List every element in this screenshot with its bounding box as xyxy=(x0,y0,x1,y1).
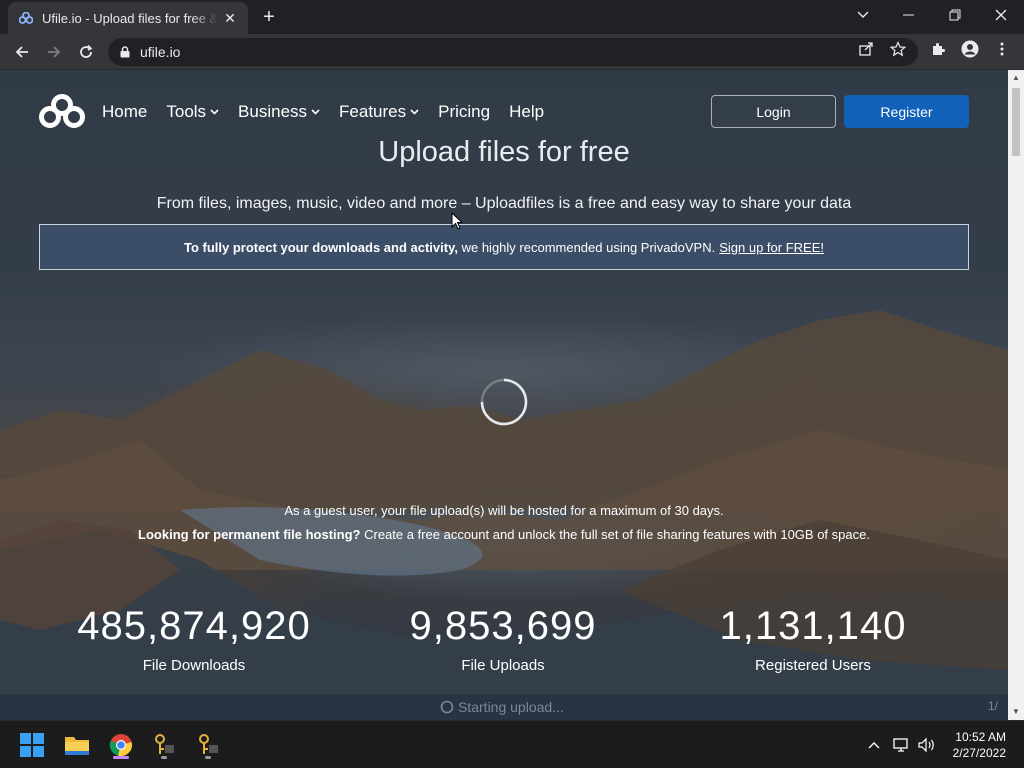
tab-close-icon[interactable]: ✕ xyxy=(222,10,238,26)
permanent-hosting-note: Looking for permanent file hosting? Crea… xyxy=(0,527,1008,542)
browser-tab[interactable]: Ufile.io - Upload files for free & share… xyxy=(8,2,248,34)
network-icon[interactable] xyxy=(892,735,912,755)
page-viewport: Home Tools Business Features Pricing Hel… xyxy=(0,70,1008,720)
scroll-up-icon[interactable]: ▲ xyxy=(1011,73,1021,83)
chevron-down-icon xyxy=(311,109,320,115)
upload-status-text: Starting upload... xyxy=(458,699,564,715)
nav-features[interactable]: Features xyxy=(339,102,419,122)
vpn-banner-rest: we highly recommended using PrivadoVPN. xyxy=(461,239,716,255)
nav-home-label: Home xyxy=(102,102,148,121)
tab-search-icon[interactable] xyxy=(840,0,886,30)
nav-tools-label: Tools xyxy=(166,102,207,121)
register-button[interactable]: Register xyxy=(844,95,969,128)
scroll-down-icon[interactable]: ▼ xyxy=(1011,707,1021,717)
mouse-cursor-icon xyxy=(451,212,463,230)
close-window-icon[interactable] xyxy=(978,0,1024,30)
permanent-hosting-text: Create a free account and unlock the ful… xyxy=(364,527,870,542)
bookmark-star-icon[interactable] xyxy=(889,40,907,58)
nav-business-label: Business xyxy=(238,102,308,121)
upload-progress-bar: Starting upload... 1/ xyxy=(0,694,1008,720)
stat-value: 1,131,140 xyxy=(719,604,907,648)
tray-chevron-up-icon[interactable] xyxy=(864,735,884,755)
chrome-taskbar-icon[interactable] xyxy=(105,729,137,761)
lock-icon[interactable] xyxy=(120,46,130,58)
upload-count: 1/ xyxy=(987,699,998,713)
running-app-indicator xyxy=(205,756,211,759)
ufile-favicon-icon xyxy=(18,10,34,26)
nav-home[interactable]: Home xyxy=(102,102,147,122)
file-explorer-icon[interactable] xyxy=(61,729,93,761)
back-icon[interactable] xyxy=(8,38,36,66)
forward-icon[interactable] xyxy=(40,38,68,66)
vpn-promo-banner: To fully protect your downloads and acti… xyxy=(39,224,969,270)
windows-taskbar: 10:52 AM 2/27/2022 xyxy=(0,720,1024,768)
stat-users: 1,131,140 Registered Users xyxy=(663,604,963,674)
active-app-indicator xyxy=(113,756,129,759)
page-subtitle: From files, images, music, video and mor… xyxy=(156,195,852,212)
new-tab-icon[interactable]: + xyxy=(258,6,280,28)
restore-icon[interactable] xyxy=(932,0,978,30)
nav-help[interactable]: Help xyxy=(509,102,544,122)
chevron-down-icon xyxy=(210,109,219,115)
stat-value: 485,874,920 xyxy=(77,604,311,648)
url-text: ufile.io xyxy=(140,44,181,60)
stat-downloads: 485,874,920 File Downloads xyxy=(44,604,344,674)
minimize-icon[interactable] xyxy=(886,0,932,30)
profile-icon[interactable] xyxy=(961,40,979,58)
running-app-indicator xyxy=(161,756,167,759)
upload-spinner-icon xyxy=(440,700,454,714)
address-bar[interactable]: ufile.io xyxy=(108,38,918,66)
upload-status: Starting upload... xyxy=(440,699,564,715)
nav-help-label: Help xyxy=(509,102,545,121)
nav-features-label: Features xyxy=(339,102,407,121)
keys-app-icon-2[interactable] xyxy=(192,729,224,761)
browser-toolbar: ufile.io xyxy=(0,34,1024,70)
tab-title: Ufile.io - Upload files for free & share xyxy=(42,10,218,26)
reload-icon[interactable] xyxy=(72,38,100,66)
clock-time: 10:52 AM xyxy=(955,730,1006,744)
volume-icon[interactable] xyxy=(917,735,937,755)
nav-pricing-label: Pricing xyxy=(438,102,491,121)
extensions-icon[interactable] xyxy=(929,40,947,58)
guest-upload-note: As a guest user, your file upload(s) wil… xyxy=(284,503,724,518)
stat-label: File Uploads xyxy=(461,657,545,674)
stat-uploads: 9,853,699 File Uploads xyxy=(353,604,653,674)
vpn-banner-text: To fully protect your downloads and acti… xyxy=(184,240,715,255)
scroll-thumb[interactable] xyxy=(1012,88,1020,156)
browser-titlebar: Ufile.io - Upload files for free & share… xyxy=(0,0,1024,34)
nav-business[interactable]: Business xyxy=(238,102,320,122)
vpn-signup-link[interactable]: Sign up for FREE! xyxy=(719,240,824,255)
loading-spinner-icon xyxy=(480,378,528,426)
chevron-down-icon xyxy=(410,109,419,115)
login-button[interactable]: Login xyxy=(711,95,836,128)
clock-date: 2/27/2022 xyxy=(952,746,1006,760)
stat-label: File Downloads xyxy=(142,657,246,674)
ufile-logo-icon[interactable] xyxy=(38,94,86,130)
stat-label: Registered Users xyxy=(755,657,871,674)
stat-value: 9,853,699 xyxy=(409,604,597,648)
page-title: Upload files for free xyxy=(378,136,630,168)
permanent-hosting-question: Looking for permanent file hosting? xyxy=(138,527,361,542)
nav-pricing[interactable]: Pricing xyxy=(438,102,490,122)
nav-tools[interactable]: Tools xyxy=(166,102,219,122)
windows-start-icon[interactable] xyxy=(16,729,48,761)
share-icon[interactable] xyxy=(857,40,875,58)
site-navbar: Home Tools Business Features Pricing Hel… xyxy=(38,94,563,130)
vpn-banner-bold: To fully protect your downloads and acti… xyxy=(183,239,458,255)
keys-app-icon[interactable] xyxy=(148,729,180,761)
system-clock[interactable]: 10:52 AM 2/27/2022 xyxy=(953,729,1006,761)
chrome-menu-icon[interactable] xyxy=(993,40,1011,58)
page-scrollbar[interactable]: ▲ ▼ xyxy=(1008,70,1024,720)
